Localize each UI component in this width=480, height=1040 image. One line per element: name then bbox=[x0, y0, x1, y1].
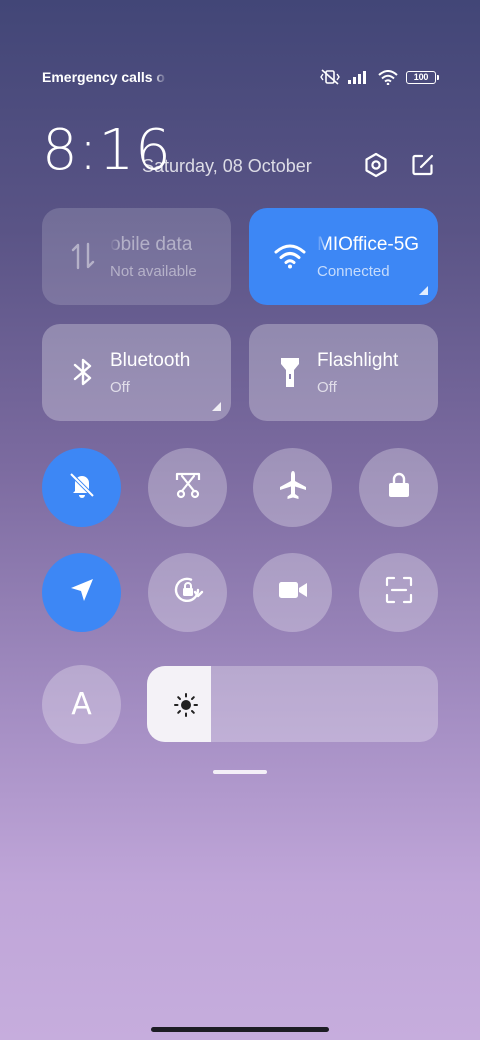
status-bar: Emergency calls o 100 bbox=[42, 66, 439, 88]
tile-status: Off bbox=[110, 379, 130, 396]
silent-bell-icon bbox=[67, 470, 97, 505]
bluetooth-icon bbox=[66, 355, 100, 389]
brightness-slider[interactable] bbox=[147, 666, 438, 742]
screen-record-toggle[interactable] bbox=[253, 553, 332, 632]
battery-icon: 100 bbox=[406, 70, 439, 84]
wifi-icon bbox=[378, 69, 398, 85]
lock-icon bbox=[386, 471, 412, 504]
tile-wifi[interactable]: MIOffice-5G Connected bbox=[249, 208, 438, 305]
mute-vibrate-icon bbox=[320, 69, 340, 85]
date: Saturday, 08 October bbox=[142, 156, 312, 176]
scan-toggle[interactable] bbox=[359, 553, 438, 632]
flashlight-icon bbox=[273, 355, 307, 389]
expand-corner-icon[interactable] bbox=[419, 286, 428, 295]
tile-status: Not available bbox=[110, 263, 197, 280]
tile-status: Connected bbox=[317, 263, 390, 280]
tile-label: MIOffice-5G bbox=[317, 234, 420, 255]
edit-icon[interactable] bbox=[409, 151, 437, 179]
tile-flashlight[interactable]: Flashlight Off bbox=[249, 324, 438, 421]
auto-brightness-button[interactable]: A bbox=[42, 665, 121, 744]
screenshot-toggle[interactable] bbox=[148, 448, 227, 527]
screen-record-icon bbox=[278, 579, 308, 606]
rotation-lock-toggle[interactable] bbox=[148, 553, 227, 632]
mobile-data-icon bbox=[66, 239, 100, 273]
wifi-icon bbox=[273, 239, 307, 273]
tile-bluetooth[interactable]: Bluetooth Off bbox=[42, 324, 231, 421]
tile-status: Off bbox=[317, 379, 337, 396]
scan-icon bbox=[385, 576, 413, 609]
airplane-toggle[interactable] bbox=[253, 448, 332, 527]
location-toggle[interactable] bbox=[42, 553, 121, 632]
silent-toggle[interactable] bbox=[42, 448, 121, 527]
location-icon bbox=[68, 576, 96, 609]
tile-label: Flashlight bbox=[317, 350, 399, 371]
auto-brightness-label: A bbox=[71, 687, 92, 722]
rotation-lock-icon bbox=[171, 573, 205, 612]
sun-icon bbox=[173, 692, 199, 718]
panel-handle[interactable] bbox=[213, 770, 267, 774]
status-icons: 100 bbox=[320, 69, 439, 85]
settings-icon[interactable] bbox=[362, 151, 390, 179]
carrier-text: Emergency calls o bbox=[42, 69, 165, 85]
expand-corner-icon[interactable] bbox=[212, 402, 221, 411]
tile-label: Bluetooth bbox=[110, 350, 191, 371]
lock-toggle[interactable] bbox=[359, 448, 438, 527]
screenshot-icon bbox=[173, 470, 203, 505]
gesture-navigation-bar[interactable] bbox=[151, 1027, 329, 1032]
header: 8:16 Saturday, 08 October bbox=[42, 118, 438, 188]
airplane-icon bbox=[277, 469, 309, 506]
signal-icon bbox=[348, 70, 370, 84]
tile-mobile-data[interactable]: obile data Not available bbox=[42, 208, 231, 305]
tile-label: obile data bbox=[110, 234, 193, 255]
